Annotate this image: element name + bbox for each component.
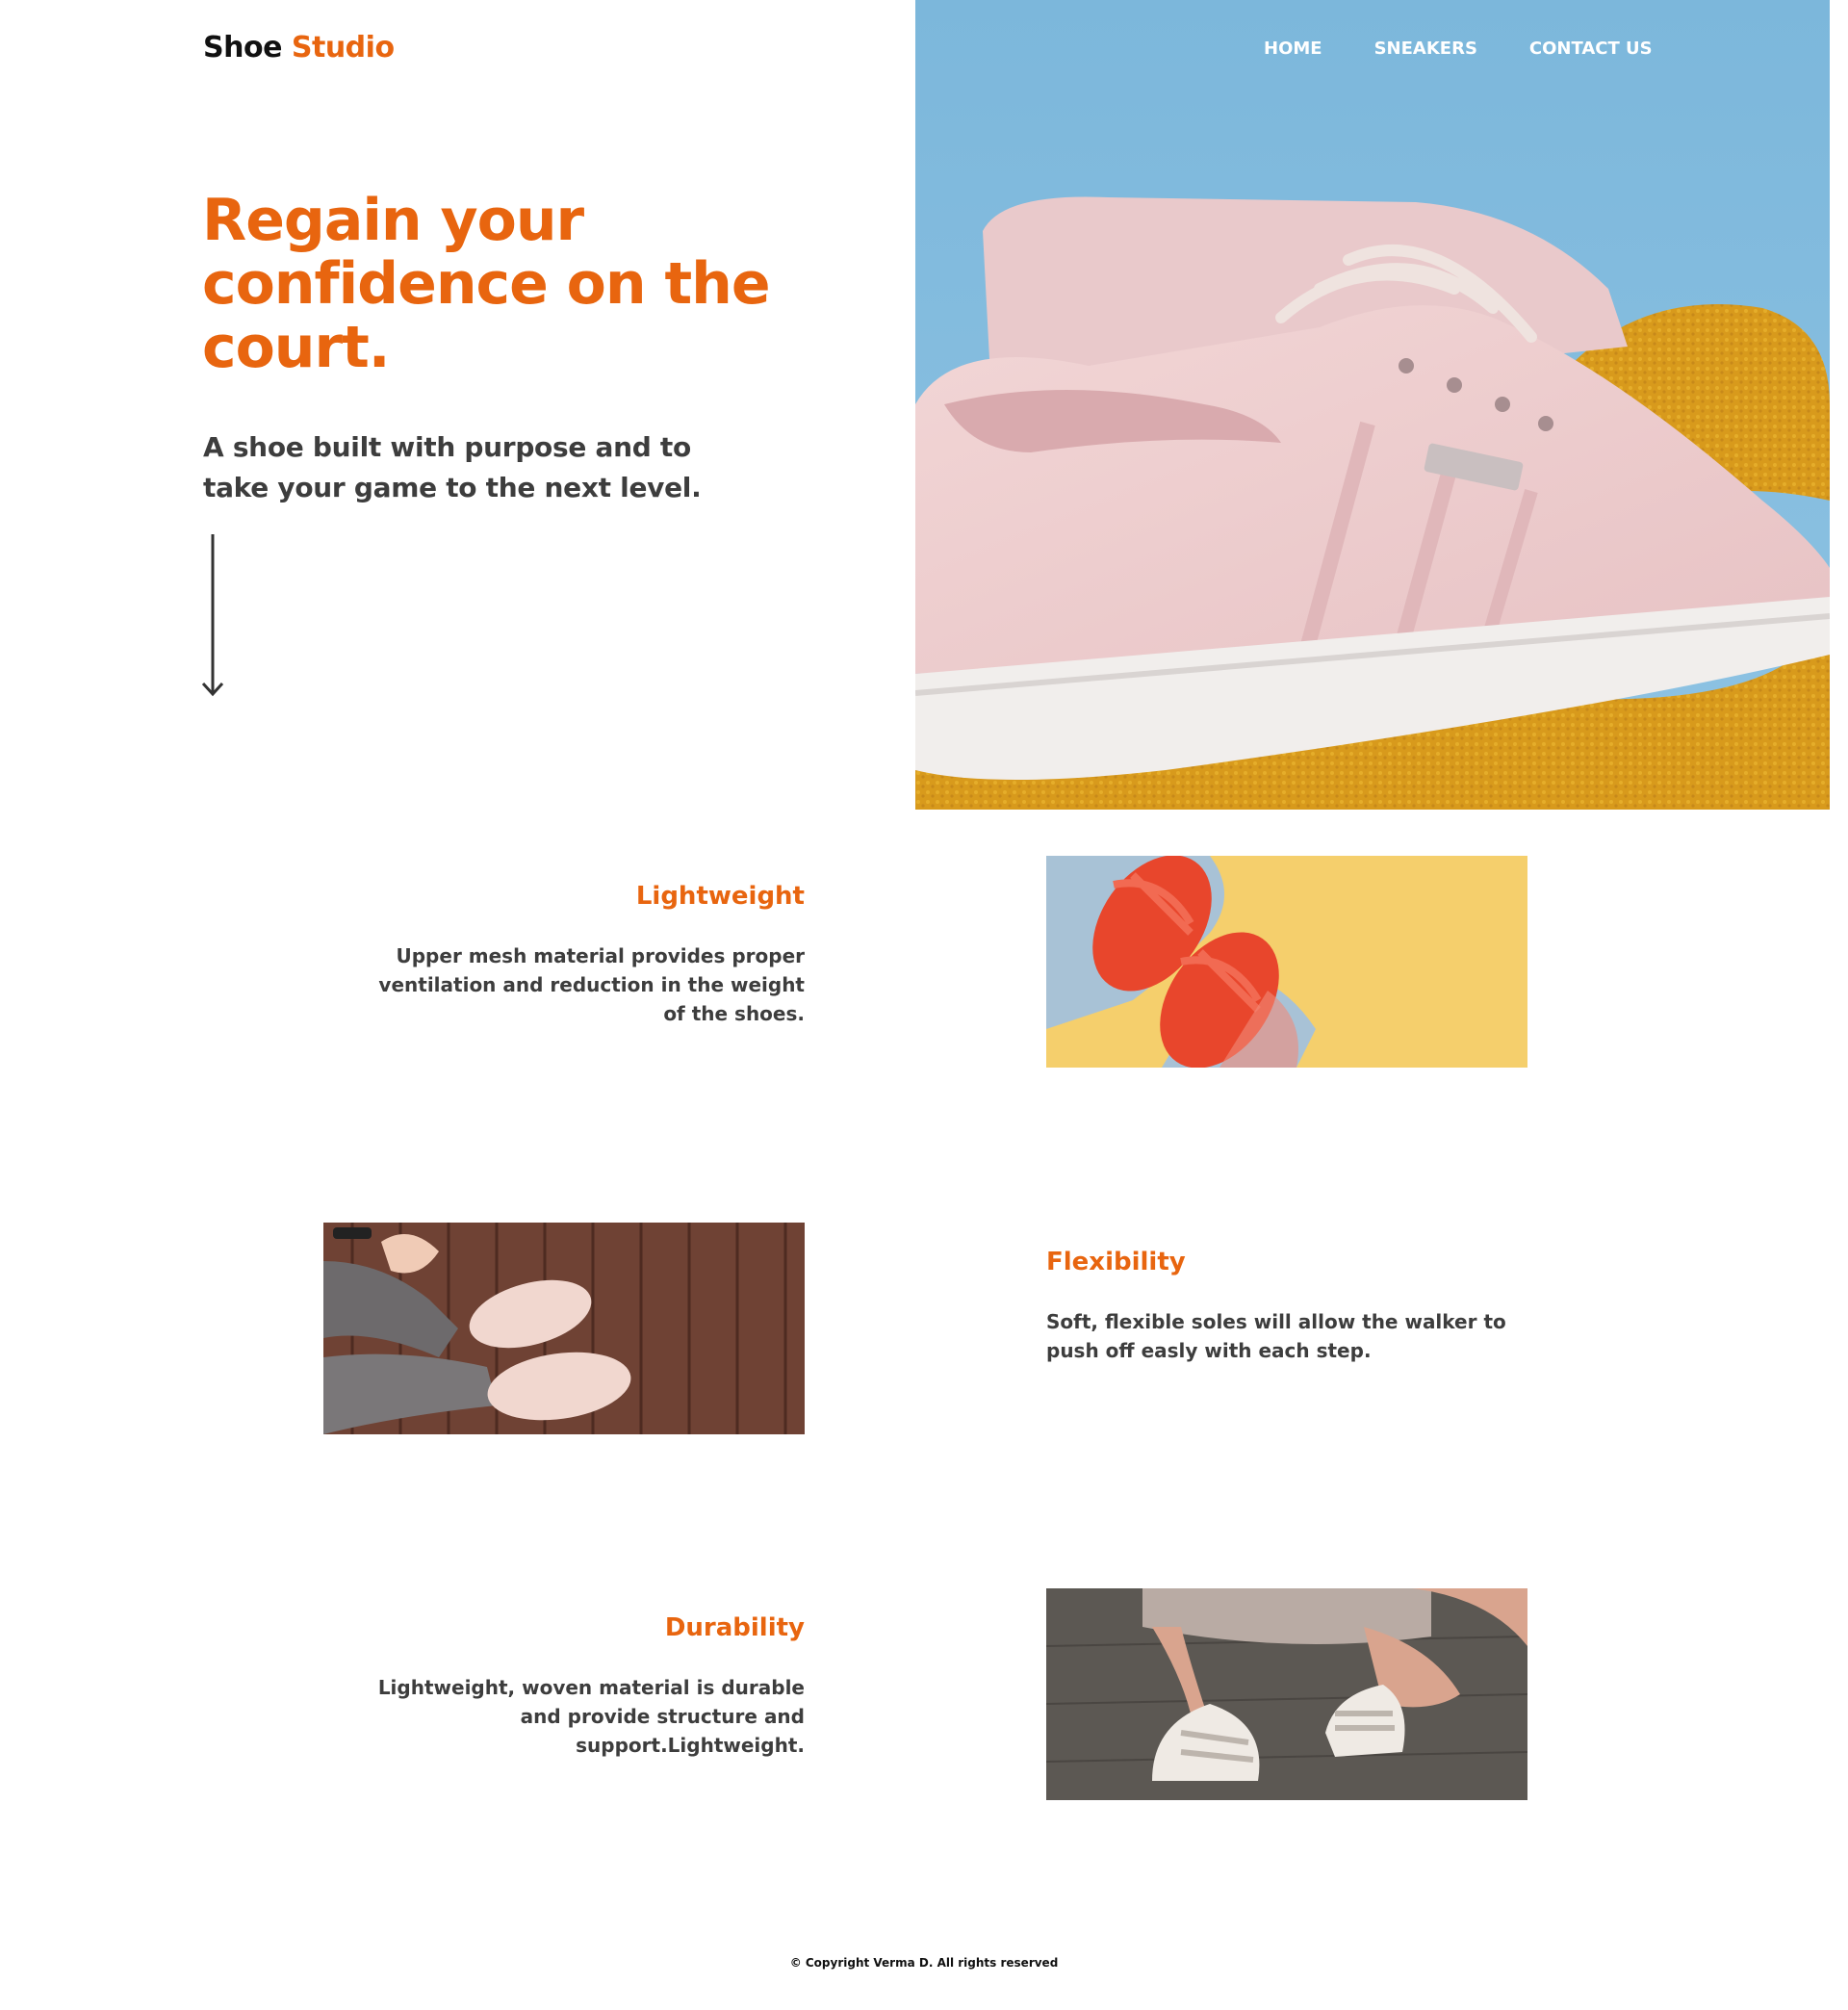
nav-link-contact-us[interactable]: CONTACT US [1529, 39, 1653, 59]
feature-image-flip-flops [1046, 856, 1527, 1068]
hero-title: Regain your confidence on the court. [202, 187, 771, 381]
feature-title-lightweight: Lightweight [635, 882, 805, 911]
feature-image-child-shoes [1046, 1588, 1527, 1800]
brand-name-accent: Studio [291, 31, 395, 64]
hero-subtitle: A shoe built with purpose and to take yo… [203, 431, 702, 503]
main-nav: HOME SNEAKERS CONTACT US [1264, 39, 1653, 59]
arrow-down-icon[interactable] [200, 534, 225, 698]
brand-name-primary: Shoe [203, 31, 282, 64]
nav-link-sneakers[interactable]: SNEAKERS [1374, 39, 1477, 59]
feature-text-lightweight: Upper mesh material provides proper vent… [378, 944, 805, 1025]
feature-text-flexibility: Soft, flexible soles will allow the walk… [1046, 1310, 1506, 1362]
footer-copyright: © Copyright Verma D. All rights reserved [789, 1956, 1059, 1970]
feature-title-durability: Durability [664, 1613, 805, 1642]
feature-text-durability: Lightweight, woven material is durable a… [377, 1676, 805, 1757]
hero-image [915, 0, 1830, 810]
feature-image-sneakers-on-wood [323, 1223, 805, 1434]
brand-logo[interactable]: Shoe Studio [203, 31, 395, 64]
nav-link-home[interactable]: HOME [1264, 39, 1322, 59]
feature-title-flexibility: Flexibility [1046, 1248, 1186, 1276]
